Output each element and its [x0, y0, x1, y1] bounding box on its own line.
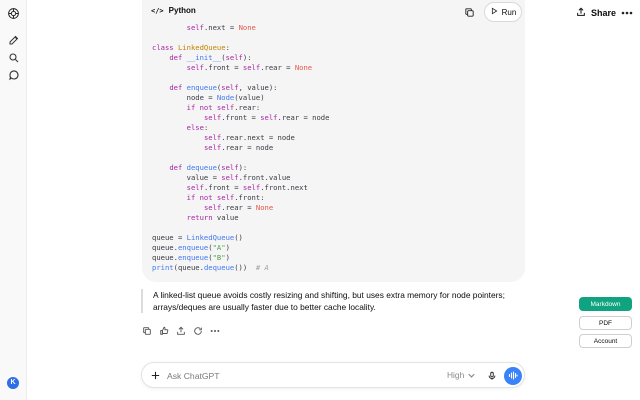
more-actions-icon[interactable] — [209, 325, 221, 337]
share-button[interactable]: Share — [576, 6, 616, 20]
copy-code-icon[interactable] — [462, 5, 476, 19]
pdf-button[interactable]: PDF — [579, 316, 632, 330]
chat-app: K Share </> Python Run self.next = None … — [0, 0, 640, 400]
openai-logo-icon[interactable] — [6, 6, 21, 21]
play-icon — [490, 7, 498, 17]
chevron-down-icon — [468, 370, 475, 380]
effort-label: High — [447, 370, 465, 380]
account-button[interactable]: Account — [579, 334, 632, 348]
assistant-response-text: A linked-list queue avoids costly resizi… — [141, 289, 511, 313]
search-icon[interactable] — [6, 50, 21, 65]
code-brackets-icon: </> — [151, 6, 164, 15]
sidebar-rail: K — [0, 0, 27, 400]
copy-icon[interactable] — [141, 325, 153, 337]
code-content: self.next = None class LinkedQueue: def … — [152, 23, 330, 272]
feedback-icon[interactable] — [158, 325, 170, 337]
user-avatar[interactable]: K — [7, 377, 19, 389]
new-chat-icon[interactable] — [6, 32, 21, 47]
code-language: </> Python — [151, 6, 196, 15]
voice-mode-button[interactable] — [504, 367, 522, 385]
share-icon — [576, 7, 586, 19]
waveform-icon — [508, 367, 518, 385]
markdown-button[interactable]: Markdown — [579, 297, 632, 311]
regenerate-icon[interactable] — [192, 325, 204, 337]
composer: High — [141, 362, 525, 388]
code-block-header: </> Python Run — [142, 0, 525, 24]
run-label: Run — [501, 7, 517, 17]
microphone-icon[interactable] — [485, 369, 498, 382]
effort-selector[interactable]: High — [447, 370, 475, 380]
chat-bubble-icon[interactable] — [6, 67, 21, 82]
more-options-icon[interactable] — [620, 6, 634, 20]
message-actions — [141, 325, 221, 337]
code-language-label: Python — [168, 6, 196, 15]
run-button[interactable]: Run — [484, 2, 522, 22]
share-label: Share — [591, 8, 617, 18]
prompt-input[interactable] — [167, 367, 417, 384]
share-message-icon[interactable] — [175, 325, 187, 337]
plus-icon[interactable] — [149, 369, 162, 382]
code-block: </> Python Run self.next = None class Li… — [142, 0, 525, 282]
